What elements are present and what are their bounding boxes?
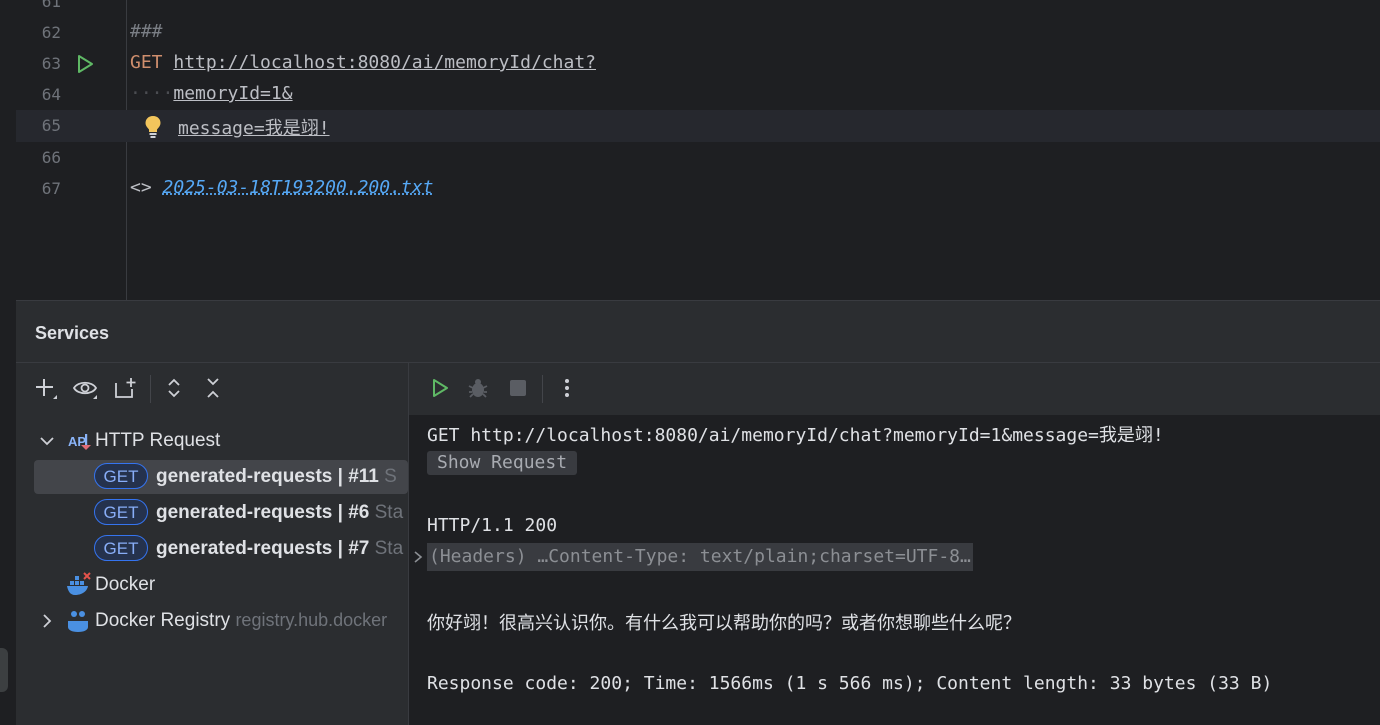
get-method-badge: GET (94, 535, 148, 561)
editor-line: 66 (16, 142, 1380, 174)
get-method-badge: GET (94, 499, 148, 525)
tree-node-docker[interactable]: Docker (16, 568, 408, 602)
editor-line: 67 <> 2025-03-18T193200.200.txt (16, 173, 1380, 205)
request-line: GET http://localhost:8080/ai/memoryId/ch… (427, 425, 1164, 446)
toolbar-separator (150, 375, 151, 403)
request-item[interactable]: GET generated-requests | #11 S (34, 460, 408, 494)
line-number: 64 (41, 85, 61, 104)
show-request-button[interactable]: Show Request (427, 451, 578, 475)
request-status-truncated: Sta (369, 502, 404, 523)
request-name: generated-requests | #6 (156, 502, 370, 523)
request-item[interactable]: GET generated-requests | #6 Sta (16, 496, 408, 530)
docker-registry-icon (68, 611, 88, 632)
request-url[interactable]: http://localhost:8080/ai/memoryId/chat? (173, 52, 596, 73)
api-icon: AP (68, 434, 91, 450)
response-file-link[interactable]: 2025-03-18T193200.200.txt (163, 177, 434, 198)
run-request-icon[interactable] (74, 53, 96, 75)
chevron-down-icon[interactable] (38, 432, 56, 450)
editor-line: 62 ### (16, 17, 1380, 49)
http-editor[interactable]: 61 62 ### 63 GET http://localhost:8080/a… (16, 0, 1380, 300)
line-number: 66 (41, 148, 61, 167)
new-tab-icon[interactable] (112, 375, 138, 401)
toolbar-separator (542, 375, 543, 403)
request-name: generated-requests | #11 (156, 466, 379, 487)
status-line: HTTP/1.1 200 (427, 515, 568, 536)
get-method-badge: GET (94, 463, 148, 489)
eye-icon[interactable] (72, 375, 98, 401)
response-ref-prefix: <> (130, 177, 152, 198)
separator-comment: ### (130, 21, 163, 42)
tree-node-docker-registry[interactable]: Docker Registry registry.hub.docker (16, 604, 408, 638)
headers-fold[interactable]: (Headers) …Content-Type: text/plain;char… (427, 543, 973, 571)
editor-line-current: 65 message=我是翊! (16, 110, 1380, 142)
tree-label: HTTP Request (95, 430, 221, 451)
add-icon[interactable] (32, 375, 58, 401)
response-body: 你好翊！很高兴认识你。有什么我可以帮助你的吗？或者你想聊些什么呢？ (427, 613, 1021, 634)
lightbulb-icon[interactable] (141, 113, 165, 139)
expand-all-icon[interactable] (161, 375, 187, 401)
docker-icon (67, 572, 91, 595)
run-icon[interactable] (427, 375, 453, 401)
response-content[interactable]: GET http://localhost:8080/ai/memoryId/ch… (409, 415, 1380, 725)
editor-line: 64 ····memoryId=1& (16, 79, 1380, 111)
stop-icon[interactable] (505, 375, 531, 401)
line-number: 67 (41, 179, 61, 198)
request-item[interactable]: GET generated-requests | #7 Sta (16, 532, 408, 566)
services-tree-panel: AP HTTP Request GET generated-requests |… (16, 362, 408, 725)
request-name: generated-requests | #7 (156, 538, 370, 559)
tree-label: Docker (95, 574, 156, 595)
response-toolbar (409, 363, 1380, 415)
line-number: 61 (41, 0, 61, 11)
services-title: Services (35, 323, 110, 343)
registry-url: registry.hub.docker (235, 610, 388, 630)
response-panel: GET http://localhost:8080/ai/memoryId/ch… (408, 362, 1380, 725)
request-status-truncated: S (378, 466, 397, 487)
line-number: 63 (41, 54, 61, 73)
collapse-all-icon[interactable] (200, 375, 226, 401)
tree-node-http-request[interactable]: AP HTTP Request (16, 424, 408, 458)
editor-line: 61 (16, 0, 1380, 18)
chevron-right-icon[interactable] (38, 612, 56, 630)
response-summary: Response code: 200; Time: 1566ms (1 s 56… (427, 673, 1273, 694)
chevron-right-icon[interactable] (411, 549, 425, 565)
left-tool-strip (0, 0, 16, 724)
query-param: message=我是翊! (178, 118, 330, 139)
indent-whitespace: ···· (130, 83, 174, 104)
http-method: GET (130, 52, 163, 73)
debug-icon[interactable] (465, 375, 491, 401)
request-status-truncated: Sta (369, 538, 404, 559)
line-number: 65 (41, 116, 61, 135)
editor-line: 63 GET http://localhost:8080/ai/memoryId… (16, 48, 1380, 80)
side-tab-handle[interactable] (0, 648, 8, 692)
query-param: memoryId=1& (173, 83, 293, 104)
services-panel-header: Services (16, 300, 1380, 363)
more-icon[interactable] (554, 375, 580, 401)
line-number: 62 (41, 23, 61, 42)
tree-label: Docker Registry (95, 610, 231, 631)
